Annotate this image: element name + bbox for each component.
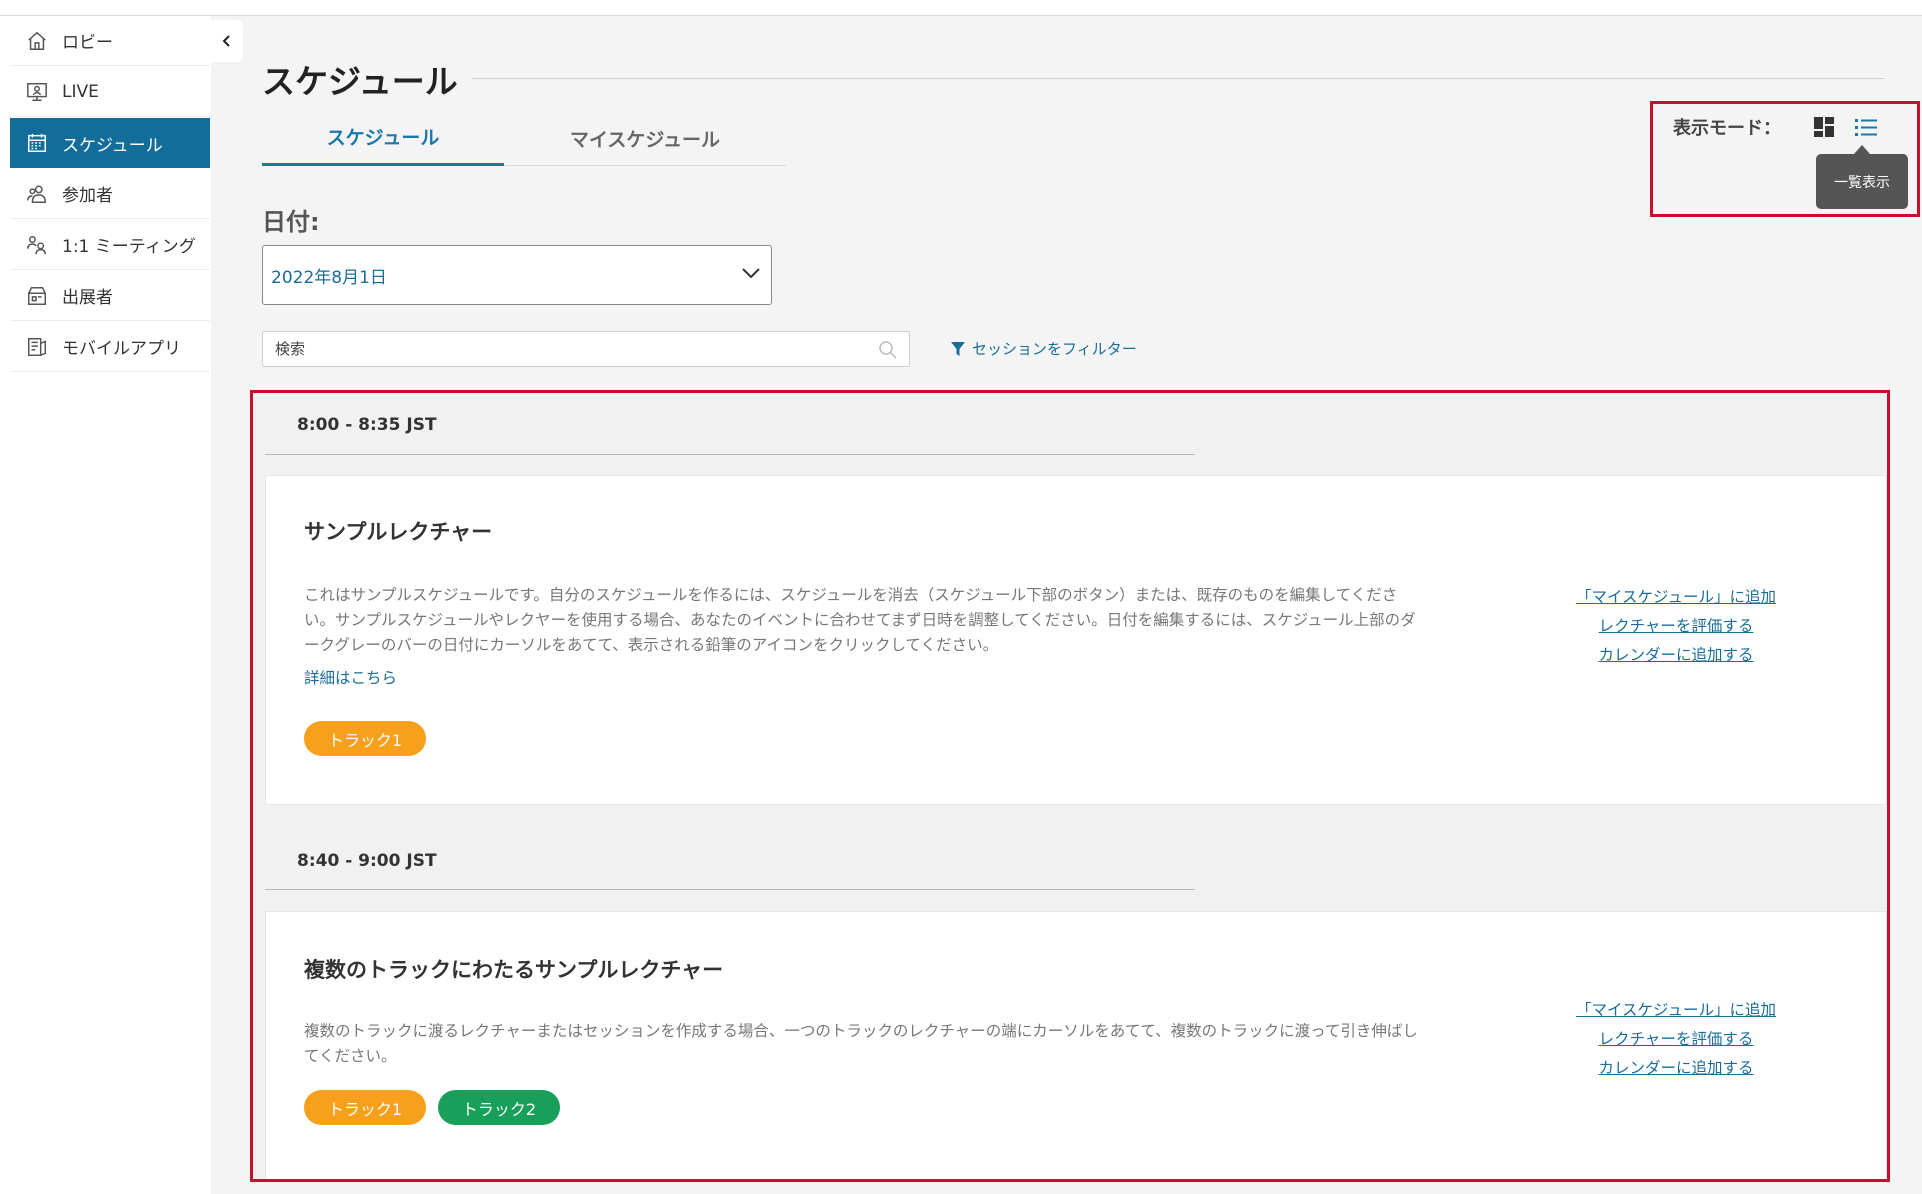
sidebar-item-label: 参加者 — [62, 186, 113, 206]
sidebar-item-label: LIVE — [62, 81, 99, 102]
tab-schedule[interactable]: スケジュール — [262, 110, 504, 166]
sidebar-item-label: スケジュール — [62, 135, 163, 156]
session-detail-link[interactable]: 詳細はこちら — [304, 666, 397, 688]
list-view-tooltip: 一覧表示 — [1816, 145, 1908, 209]
top-bar — [0, 0, 1922, 16]
schedule-list: 8:00 - 8:35 JST サンプルレクチャー これはサンプルスケジュールで… — [250, 390, 1890, 1182]
mobile-app-icon — [24, 336, 50, 358]
meeting-icon — [24, 234, 50, 256]
track-tag[interactable]: トラック2 — [438, 1090, 560, 1125]
tab-my-schedule[interactable]: マイスケジュール — [504, 110, 786, 166]
rate-lecture-link[interactable]: レクチャーを評価する — [1556, 1025, 1796, 1054]
time-slot-label: 8:00 - 8:35 JST — [297, 415, 437, 435]
sidebar-item-label: モバイルアプリ — [62, 339, 181, 359]
sidebar-item-meetings[interactable]: 1:1 ミーティング — [10, 220, 210, 270]
time-slot-divider — [265, 889, 1195, 890]
sidebar: ロビー LIVE スケジュール 参加者 1:1 ミーティング 出展者 モバイルア… — [0, 16, 211, 1194]
chevron-left-icon — [222, 35, 230, 47]
exhibitor-booth-icon — [24, 285, 50, 307]
sidebar-collapse-button[interactable] — [211, 20, 243, 62]
live-monitor-icon — [24, 81, 50, 103]
sidebar-item-label: ロビー — [62, 33, 113, 53]
add-to-my-schedule-link[interactable]: 「マイスケジュール」に追加 — [1556, 996, 1796, 1025]
sidebar-item-schedule[interactable]: スケジュール — [10, 118, 210, 168]
schedule-tabs: スケジュール マイスケジュール — [262, 110, 786, 166]
page-title: スケジュール — [262, 62, 458, 101]
rate-lecture-link[interactable]: レクチャーを評価する — [1556, 612, 1796, 641]
search-input[interactable] — [273, 339, 863, 359]
grid-view-button[interactable] — [1810, 113, 1838, 141]
add-to-calendar-link[interactable]: カレンダーに追加する — [1556, 1054, 1796, 1083]
session-filter-link[interactable]: セッションをフィルター — [950, 338, 1137, 359]
people-icon — [24, 183, 50, 205]
grid-view-icon — [1814, 117, 1834, 137]
view-mode-label: 表示モード： — [1673, 118, 1781, 139]
title-divider — [472, 78, 1884, 79]
search-icon — [879, 341, 897, 359]
sidebar-item-mobile-app[interactable]: モバイルアプリ — [10, 322, 210, 372]
list-view-button[interactable] — [1852, 113, 1880, 141]
view-mode-panel: 表示モード： 一覧表示 — [1650, 101, 1920, 217]
date-label: 日付: — [262, 208, 320, 236]
session-card: 複数のトラックにわたるサンプルレクチャー 複数のトラックに渡るレクチャーまたはセ… — [265, 911, 1887, 1179]
session-title: サンプルレクチャー — [304, 520, 493, 544]
sidebar-item-live[interactable]: LIVE — [10, 67, 210, 117]
session-actions: 「マイスケジュール」に追加 レクチャーを評価する カレンダーに追加する — [1556, 996, 1796, 1083]
date-dropdown[interactable]: 2022年8月1日 — [262, 245, 772, 305]
session-description: 複数のトラックに渡るレクチャーまたはセッションを作成する場合、一つのトラックのレ… — [304, 1022, 1418, 1065]
sidebar-item-lobby[interactable]: ロビー — [10, 16, 210, 66]
chevron-down-icon — [742, 268, 760, 279]
date-dropdown-value: 2022年8月1日 — [271, 267, 387, 288]
session-actions: 「マイスケジュール」に追加 レクチャーを評価する カレンダーに追加する — [1556, 583, 1796, 670]
session-title: 複数のトラックにわたるサンプルレクチャー — [304, 958, 724, 982]
session-description: これはサンプルスケジュールです。自分のスケジュールを作るには、スケジュールを消去… — [304, 586, 1416, 654]
sidebar-item-label: 出展者 — [62, 288, 113, 308]
sidebar-item-label: 1:1 ミーティング — [62, 237, 196, 257]
time-slot-label: 8:40 - 9:00 JST — [297, 851, 437, 871]
sidebar-item-exhibitors[interactable]: 出展者 — [10, 271, 210, 321]
filter-icon — [951, 341, 965, 356]
track-tag[interactable]: トラック1 — [304, 721, 426, 756]
list-view-icon — [1855, 119, 1877, 136]
home-icon — [24, 30, 50, 52]
time-slot-divider — [265, 454, 1195, 455]
session-filter-label: セッションをフィルター — [972, 340, 1137, 358]
sidebar-item-attendees[interactable]: 参加者 — [10, 169, 210, 219]
add-to-my-schedule-link[interactable]: 「マイスケジュール」に追加 — [1556, 583, 1796, 612]
calendar-icon — [24, 132, 50, 154]
track-tag[interactable]: トラック1 — [304, 1090, 426, 1125]
session-card: サンプルレクチャー これはサンプルスケジュールです。自分のスケジュールを作るには… — [265, 475, 1887, 805]
add-to-calendar-link[interactable]: カレンダーに追加する — [1556, 641, 1796, 670]
search-field — [262, 331, 910, 367]
